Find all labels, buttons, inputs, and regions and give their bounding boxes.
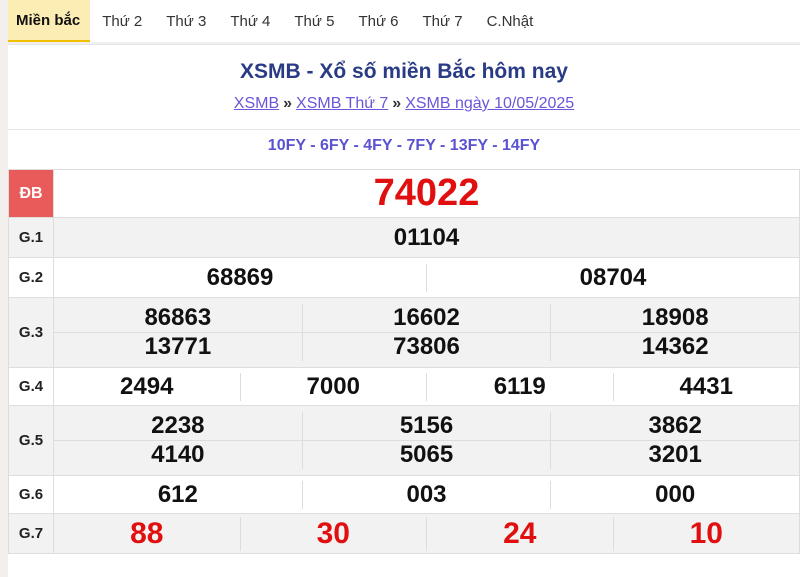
g2-number: 08704 — [426, 263, 799, 292]
g3-cell: 86863 16602 18908 13771 73806 14362 — [53, 297, 800, 368]
breadcrumb-link-xsmb[interactable]: XSMB — [234, 95, 279, 112]
g4-number: 6119 — [426, 372, 613, 401]
g5-number: 3862 — [550, 412, 799, 440]
label-db: ĐB — [8, 169, 54, 218]
special-prize-cell: 74022 — [53, 169, 800, 218]
g3-number: 13771 — [144, 333, 212, 360]
tab-mien-bac[interactable]: Miền bắc — [8, 0, 91, 42]
g5-number: 3201 — [550, 441, 799, 469]
label-g4: G.4 — [8, 367, 54, 406]
tab-thu-3[interactable]: Thứ 3 — [154, 0, 218, 42]
g1-number: 01104 — [393, 223, 460, 251]
results-table: ĐB 74022 G.1 01104 G.2 68869 08704 G.3 8… — [8, 169, 800, 554]
g4-number: 7000 — [239, 372, 427, 401]
g7-number: 10 — [612, 516, 800, 551]
breadcrumb: XSMB» XSMB Thứ 7» XSMB ngày 10/05/2025 — [8, 95, 800, 113]
g7-number: 88 — [130, 516, 164, 550]
breadcrumb-separator: » — [392, 95, 402, 112]
row-g4: G.4 2494 7000 6119 4431 — [8, 367, 800, 406]
g3-number: 73806 — [301, 333, 551, 361]
label-g1: G.1 — [8, 217, 54, 258]
g7-number: 24 — [426, 516, 613, 551]
g5-number: 2238 — [151, 412, 205, 439]
breadcrumb-link-xsmb-thu-7[interactable]: XSMB Thứ 7 — [296, 95, 388, 112]
label-g5: G.5 — [8, 405, 54, 476]
label-g6: G.6 — [8, 475, 54, 514]
g3-number: 14362 — [550, 333, 799, 361]
g6-number: 003 — [301, 480, 551, 509]
row-g5: G.5 2238 5156 3862 4140 5065 3201 — [8, 405, 800, 476]
label-g3: G.3 — [8, 297, 54, 368]
tab-thu-5[interactable]: Thứ 5 — [282, 0, 346, 42]
region-day-tabs: Miền bắc Thứ 2 Thứ 3 Thứ 4 Thứ 5 Thứ 6 T… — [8, 0, 800, 42]
g3-number: 86863 — [144, 304, 212, 331]
g2-cell: 68869 08704 — [53, 257, 800, 298]
breadcrumb-separator: » — [283, 95, 293, 112]
tab-thu-6[interactable]: Thứ 6 — [346, 0, 410, 42]
row-g2: G.2 68869 08704 — [8, 257, 800, 298]
g4-cell: 2494 7000 6119 4431 — [53, 367, 800, 406]
g3-number: 16602 — [301, 304, 551, 332]
label-g2: G.2 — [8, 257, 54, 298]
row-g1: G.1 01104 — [8, 217, 800, 258]
row-g7: G.7 88 30 24 10 — [8, 513, 800, 554]
results-card: XSMB - Xổ số miền Bắc hôm nay XSMB» XSMB … — [8, 44, 800, 577]
g7-number: 30 — [239, 516, 427, 551]
special-prize-number: 74022 — [373, 172, 480, 214]
tab-thu-7[interactable]: Thứ 7 — [411, 0, 475, 42]
g6-cell: 612 003 000 — [53, 475, 800, 514]
row-g6: G.6 612 003 000 — [8, 475, 800, 514]
g1-cell: 01104 — [53, 217, 800, 258]
g5-number: 5156 — [301, 412, 551, 440]
page-title: XSMB - Xổ số miền Bắc hôm nay — [240, 60, 568, 83]
g6-number: 000 — [550, 480, 799, 509]
breadcrumb-link-date[interactable]: XSMB ngày 10/05/2025 — [405, 95, 574, 112]
row-special: ĐB 74022 — [8, 169, 800, 218]
tab-thu-2[interactable]: Thứ 2 — [90, 0, 154, 42]
g5-number: 5065 — [301, 441, 551, 469]
g4-number: 2494 — [120, 372, 174, 400]
divider — [8, 129, 800, 130]
g5-cell: 2238 5156 3862 4140 5065 3201 — [53, 405, 800, 476]
tab-chu-nhat[interactable]: C.Nhật — [475, 0, 546, 42]
g4-number: 4431 — [612, 372, 800, 401]
g3-number: 18908 — [550, 304, 799, 332]
label-g7: G.7 — [8, 513, 54, 554]
g2-number: 68869 — [206, 263, 274, 291]
g6-number: 612 — [157, 480, 198, 508]
ticket-codes: 10FY - 6FY - 4FY - 7FY - 13FY - 14FY — [267, 137, 541, 154]
g7-cell: 88 30 24 10 — [53, 513, 800, 554]
tab-thu-4[interactable]: Thứ 4 — [218, 0, 282, 42]
g5-number: 4140 — [151, 441, 205, 468]
row-g3: G.3 86863 16602 18908 13771 73806 14362 — [8, 297, 800, 368]
